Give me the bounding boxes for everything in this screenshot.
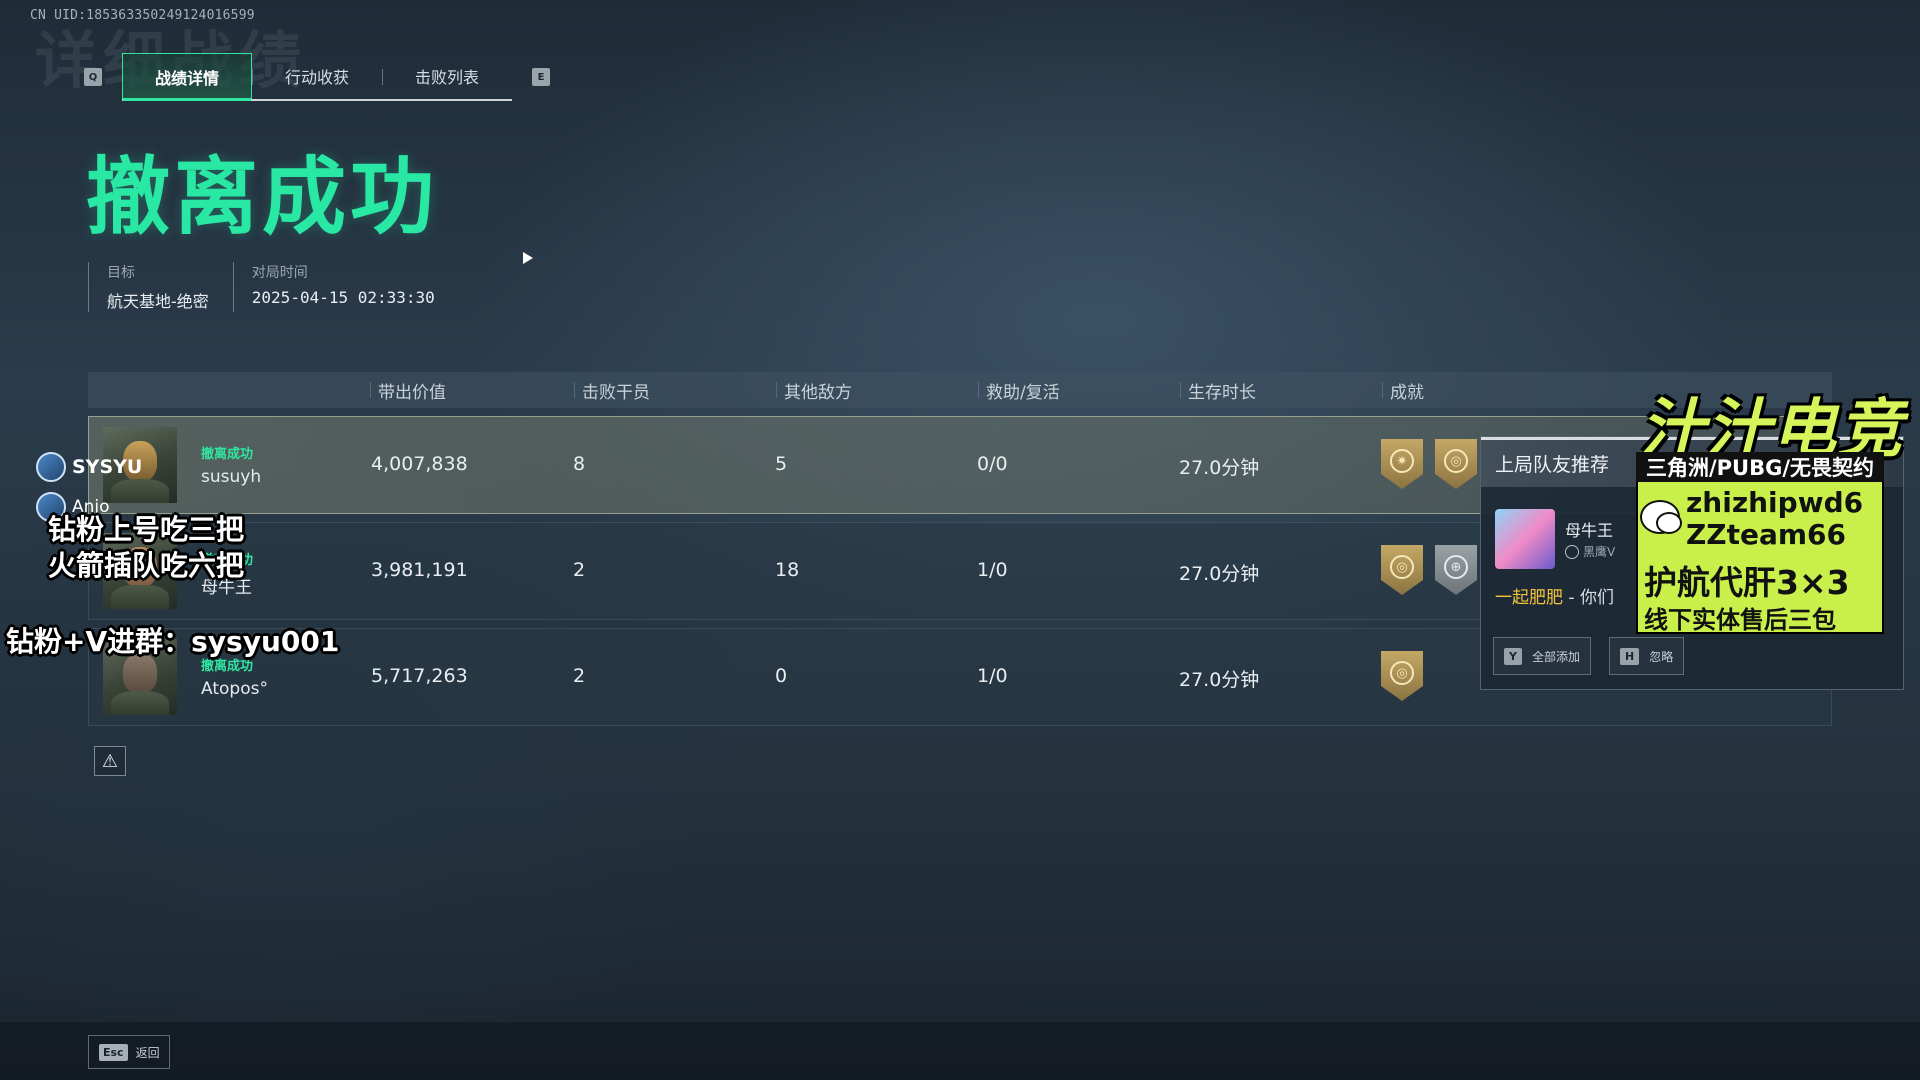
target-info: 目标 航天基地-绝密 <box>88 262 209 312</box>
extract-value: 4,007,838 <box>371 453 468 475</box>
header-survival: 生存时长 <box>1180 372 1256 408</box>
popup-player-name: 母牛王 <box>1565 521 1614 540</box>
tab-record-details[interactable]: 战绩详情 <box>122 53 252 101</box>
kill-count: 2 <box>573 665 586 687</box>
back-label: 返回 <box>135 1045 160 1060</box>
table-header: 带出价值 击败干员 其他敌方 救助/复活 生存时长 成就 <box>88 372 1832 408</box>
tab-bar: Q 战绩详情 行动收获 击败列表 E <box>84 52 550 102</box>
overlay-line-3: 钻粉+V进群：sysyu001 <box>6 625 340 658</box>
crosshair-medal-icon[interactable]: ⊕ <box>1435 545 1477 595</box>
extract-value: 3,981,191 <box>371 559 468 581</box>
avatar[interactable] <box>1495 509 1555 569</box>
wechat-icon <box>1640 500 1682 534</box>
target-label: 目标 <box>107 265 135 281</box>
popup-message: 一起肥肥 - 你们 <box>1495 583 1614 608</box>
assist-count: 1/0 <box>977 559 1008 581</box>
other-count: 5 <box>775 453 788 475</box>
time-label: 对局时间 <box>251 265 308 281</box>
time-value: 2025-04-15 02:33:30 <box>251 288 435 307</box>
esc-key: Esc <box>99 1043 128 1061</box>
assist-count: 0/0 <box>977 453 1008 475</box>
rank-label: 黑鹰V <box>1583 545 1616 559</box>
other-count: 18 <box>775 559 800 581</box>
target-value: 航天基地-绝密 <box>107 292 209 311</box>
header-others: 其他敌方 <box>776 372 852 408</box>
add-all-key: Y <box>1504 647 1522 665</box>
message-rest: - 你们 <box>1563 588 1614 608</box>
coin-medal-icon[interactable]: ◎ <box>1381 545 1423 595</box>
status-badge: 撤离成功 <box>201 447 254 462</box>
tab-prev-key[interactable]: Q <box>84 68 102 86</box>
extract-value: 5,717,263 <box>371 665 468 687</box>
ignore-key: H <box>1620 647 1640 665</box>
survival-time: 27.0分钟 <box>1179 457 1260 479</box>
header-achievements: 成就 <box>1382 372 1424 408</box>
ad-id-1: zhizhipwd6 <box>1686 486 1864 519</box>
header-assist: 救助/复活 <box>978 372 1060 408</box>
header-value: 带出价值 <box>370 372 446 408</box>
popup-player-rank: 黑鹰V <box>1565 543 1615 560</box>
bottom-bar <box>0 1022 1920 1080</box>
overlay-line-2: 火箭插队吃六把 <box>48 549 245 582</box>
player-name: Atopos° <box>201 679 268 699</box>
add-all-button[interactable]: Y 全部添加 <box>1493 637 1591 675</box>
tabs: 战绩详情 行动收获 击败列表 <box>122 53 512 101</box>
report-warning-button[interactable]: ⚠ <box>94 746 126 776</box>
player-name: susuyh <box>201 467 262 487</box>
survival-time: 27.0分钟 <box>1179 563 1260 585</box>
streamer-avatar-icon <box>36 452 66 482</box>
streamer-tag: SYSYU <box>36 452 142 482</box>
other-count: 0 <box>775 665 788 687</box>
coin-medal-icon[interactable]: ◎ <box>1435 439 1477 489</box>
mouse-cursor-icon <box>523 252 533 264</box>
overlay-line-1: 钻粉上号吃三把 <box>48 513 245 546</box>
header-kills: 击败干员 <box>574 372 650 408</box>
kill-count: 8 <box>573 453 586 475</box>
ignore-button[interactable]: H 忽略 <box>1609 637 1685 675</box>
ad-id-2: ZZteam66 <box>1686 518 1847 551</box>
time-info: 对局时间 2025-04-15 02:33:30 <box>232 262 435 312</box>
ignore-label: 忽略 <box>1649 649 1674 664</box>
streamer-name: SYSYU <box>72 456 143 478</box>
warning-icon: ⚠ <box>101 750 119 772</box>
survival-time: 27.0分钟 <box>1179 669 1260 691</box>
tab-action-rewards[interactable]: 行动收获 <box>252 53 382 99</box>
message-highlight: 一起肥肥 <box>1495 588 1563 608</box>
rank-icon <box>1565 544 1579 559</box>
coin-medal-icon[interactable]: ◎ <box>1381 651 1423 701</box>
back-button[interactable]: Esc 返回 <box>88 1035 170 1069</box>
tab-next-key[interactable]: E <box>532 68 550 86</box>
ad-after-sales: 线下实体售后三包 <box>1644 606 1836 634</box>
assist-count: 1/0 <box>977 665 1008 687</box>
ad-service: 护航代肝3×3 <box>1644 563 1850 602</box>
tab-kill-list[interactable]: 击败列表 <box>382 53 512 99</box>
result-title: 撤离成功 <box>86 148 439 246</box>
ad-games: 三角洲/PUBG/无畏契约 <box>1636 452 1884 482</box>
kill-count: 2 <box>573 559 586 581</box>
sun-medal-icon[interactable]: ✷ <box>1381 439 1423 489</box>
match-meta: 目标 航天基地-绝密 对局时间 2025-04-15 02:33:30 <box>88 262 435 312</box>
add-all-label: 全部添加 <box>1531 649 1580 664</box>
